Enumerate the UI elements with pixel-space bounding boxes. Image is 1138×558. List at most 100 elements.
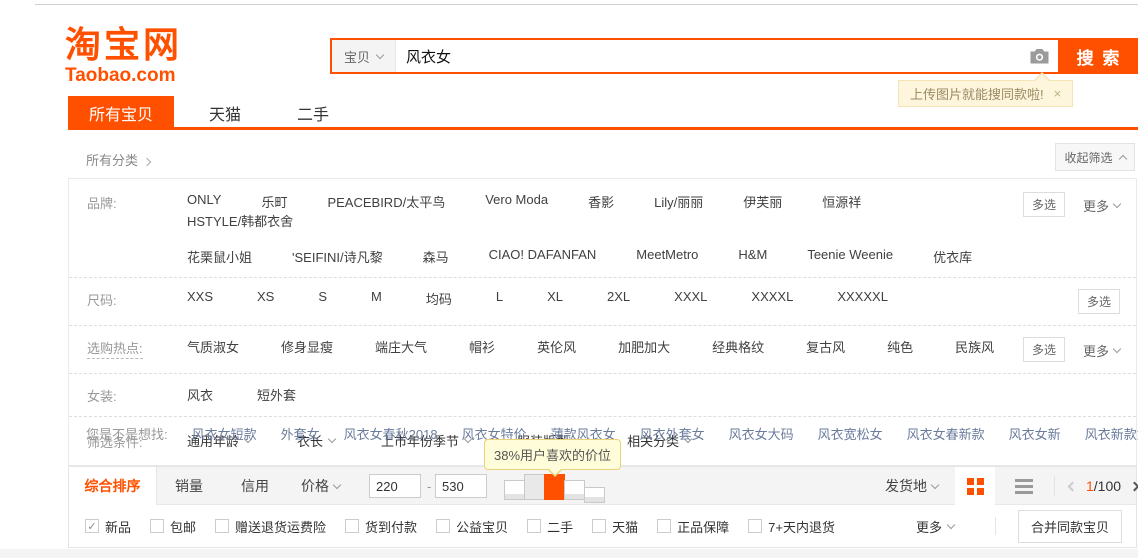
filter-option[interactable]: XXXL: [674, 289, 707, 308]
filter-option[interactable]: XXS: [187, 289, 213, 308]
filter-row-hotspot: 选购热点: 气质淑女 修身显瘦 端庄大气 帽衫 英伦风 加肥加大 经典格纹 复古…: [69, 325, 1136, 373]
sort-comprehensive[interactable]: 综合排序: [69, 467, 157, 505]
filter-option[interactable]: Lily/丽丽: [654, 192, 703, 211]
multi-select-button[interactable]: 多选: [1023, 192, 1065, 217]
filter-option[interactable]: 英伦风: [537, 337, 576, 356]
taobao-logo[interactable]: 淘宝网 Taobao.com: [65, 26, 182, 87]
filter-option[interactable]: 短外套: [257, 385, 296, 404]
related-search-link[interactable]: 风衣女新: [1009, 424, 1061, 443]
filter-option[interactable]: XS: [257, 289, 274, 308]
checkbox-free-shipping[interactable]: 包邮: [150, 517, 196, 536]
checkbox-cod[interactable]: 货到付款: [345, 517, 417, 536]
sort-sales[interactable]: 销量: [175, 467, 203, 505]
filter-option[interactable]: 伊芙丽: [743, 192, 782, 211]
chevron-down-icon: [376, 50, 384, 58]
related-search-link[interactable]: 风衣宽松女: [818, 424, 883, 443]
tab-all-items[interactable]: 所有宝贝: [68, 96, 174, 130]
price-min-input[interactable]: [369, 474, 421, 498]
filter-option[interactable]: L: [496, 289, 503, 308]
camera-icon: [1029, 48, 1050, 65]
checkbox-charity[interactable]: 公益宝贝: [436, 517, 508, 536]
histogram-segment[interactable]: [584, 487, 605, 503]
multi-select-button[interactable]: 多选: [1023, 337, 1065, 362]
related-search-link[interactable]: 风衣女大码: [729, 424, 794, 443]
filter-option[interactable]: PEACEBIRD/太平鸟: [327, 192, 445, 211]
histogram-segment[interactable]: [504, 480, 525, 500]
filter-option[interactable]: 修身显瘦: [281, 337, 333, 356]
image-search-button[interactable]: [1020, 40, 1058, 72]
histogram-segment[interactable]: [524, 474, 545, 500]
more-link[interactable]: 更多: [1083, 192, 1120, 215]
search-category-select[interactable]: 宝贝: [332, 40, 396, 72]
filter-option[interactable]: MeetMetro: [636, 247, 698, 266]
filter-option[interactable]: H&M: [738, 247, 767, 266]
checkbox-secondhand[interactable]: 二手: [527, 517, 573, 536]
filter-option[interactable]: 花栗鼠小姐: [187, 247, 252, 266]
related-search-link[interactable]: 风衣新款女春秋: [1085, 424, 1138, 443]
filter-option[interactable]: 优衣库: [933, 247, 972, 266]
filter-option[interactable]: 均码: [426, 289, 452, 308]
filter-option[interactable]: 气质淑女: [187, 337, 239, 356]
taobao-search-page: 淘宝网 Taobao.com 宝贝 搜 索 上传图片就能搜同款啦! ×: [0, 0, 1138, 558]
filter-option[interactable]: 端庄大气: [375, 337, 427, 356]
filter-option[interactable]: 加肥加大: [618, 337, 670, 356]
related-search-link[interactable]: 外套女: [281, 424, 320, 443]
filter-option[interactable]: 香影: [588, 192, 614, 211]
search-submit-button[interactable]: 搜 索: [1060, 38, 1138, 74]
list-view-button[interactable]: [1007, 467, 1041, 505]
filter-option[interactable]: 乐町: [261, 192, 287, 211]
filter-option[interactable]: 风衣: [187, 385, 213, 404]
ship-from-dropdown[interactable]: 发货地: [885, 467, 938, 505]
filter-option[interactable]: S: [318, 289, 327, 308]
histogram-segment-selected[interactable]: [544, 474, 565, 500]
filter-option[interactable]: XXXXXL: [837, 289, 888, 308]
filter-option[interactable]: CIAO! DAFANFAN: [489, 247, 597, 266]
filter-option[interactable]: Teenie Weenie: [807, 247, 893, 266]
checkbox-7day-return[interactable]: 7+天内退货: [748, 517, 835, 536]
related-search-link[interactable]: 风衣外套女: [640, 424, 705, 443]
sort-credit[interactable]: 信用: [241, 467, 269, 505]
filter-option[interactable]: 'SEIFINI/诗凡黎: [292, 247, 383, 266]
checkbox-authentic[interactable]: 正品保障: [657, 517, 729, 536]
collapse-filters-button[interactable]: 收起筛选: [1055, 143, 1135, 171]
filter-option[interactable]: 纯色: [887, 337, 913, 356]
filter-option[interactable]: HSTYLE/韩都衣舍: [187, 211, 293, 230]
related-search-link[interactable]: 风衣女春新款: [907, 424, 985, 443]
close-icon[interactable]: ×: [1054, 86, 1062, 101]
more-link[interactable]: 更多: [1083, 337, 1120, 360]
filter-option[interactable]: ONLY: [187, 192, 221, 211]
sort-price[interactable]: 价格: [301, 467, 340, 505]
multi-select-button[interactable]: 多选: [1078, 289, 1120, 314]
tab-tmall[interactable]: 天猫: [188, 96, 262, 130]
filter-option[interactable]: 森马: [423, 247, 449, 266]
search-input[interactable]: [396, 40, 1020, 72]
filter-option[interactable]: 经典格纹: [712, 337, 764, 356]
breadcrumb[interactable]: 所有分类: [86, 150, 150, 169]
filter-option[interactable]: XL: [547, 289, 563, 308]
histogram-segment[interactable]: [564, 480, 585, 500]
checkbox-icon: [150, 519, 164, 533]
price-max-input[interactable]: [435, 474, 487, 498]
checkbox-tmall[interactable]: 天猫: [592, 517, 638, 536]
next-page-icon[interactable]: [1130, 481, 1138, 491]
merge-same-items-button[interactable]: 合并同款宝贝: [1018, 510, 1122, 543]
checkbox-new[interactable]: 新品: [85, 517, 131, 536]
filter-row-womenswear: 女装: 风衣 短外套: [69, 373, 1136, 416]
filter-option[interactable]: XXXXL: [751, 289, 793, 308]
filter-option[interactable]: 民族风: [955, 337, 994, 356]
filter-option[interactable]: 恒源祥: [822, 192, 861, 211]
checkbox-icon: [592, 519, 606, 533]
bottom-strip: [0, 549, 1138, 558]
related-search-link[interactable]: 风衣女春秋2018: [344, 424, 438, 443]
grid-view-button[interactable]: [955, 467, 995, 505]
filter-option[interactable]: Vero Moda: [485, 192, 548, 211]
more-services-link[interactable]: 更多: [916, 517, 954, 536]
filter-option[interactable]: 复古风: [806, 337, 845, 356]
filter-option[interactable]: M: [371, 289, 382, 308]
related-search-link[interactable]: 风衣女短款: [192, 424, 257, 443]
prev-page-icon[interactable]: [1068, 481, 1078, 491]
tab-secondhand[interactable]: 二手: [276, 96, 350, 130]
filter-option[interactable]: 2XL: [607, 289, 630, 308]
checkbox-return-insurance[interactable]: 赠送退货运费险: [215, 517, 326, 536]
filter-option[interactable]: 帽衫: [469, 337, 495, 356]
